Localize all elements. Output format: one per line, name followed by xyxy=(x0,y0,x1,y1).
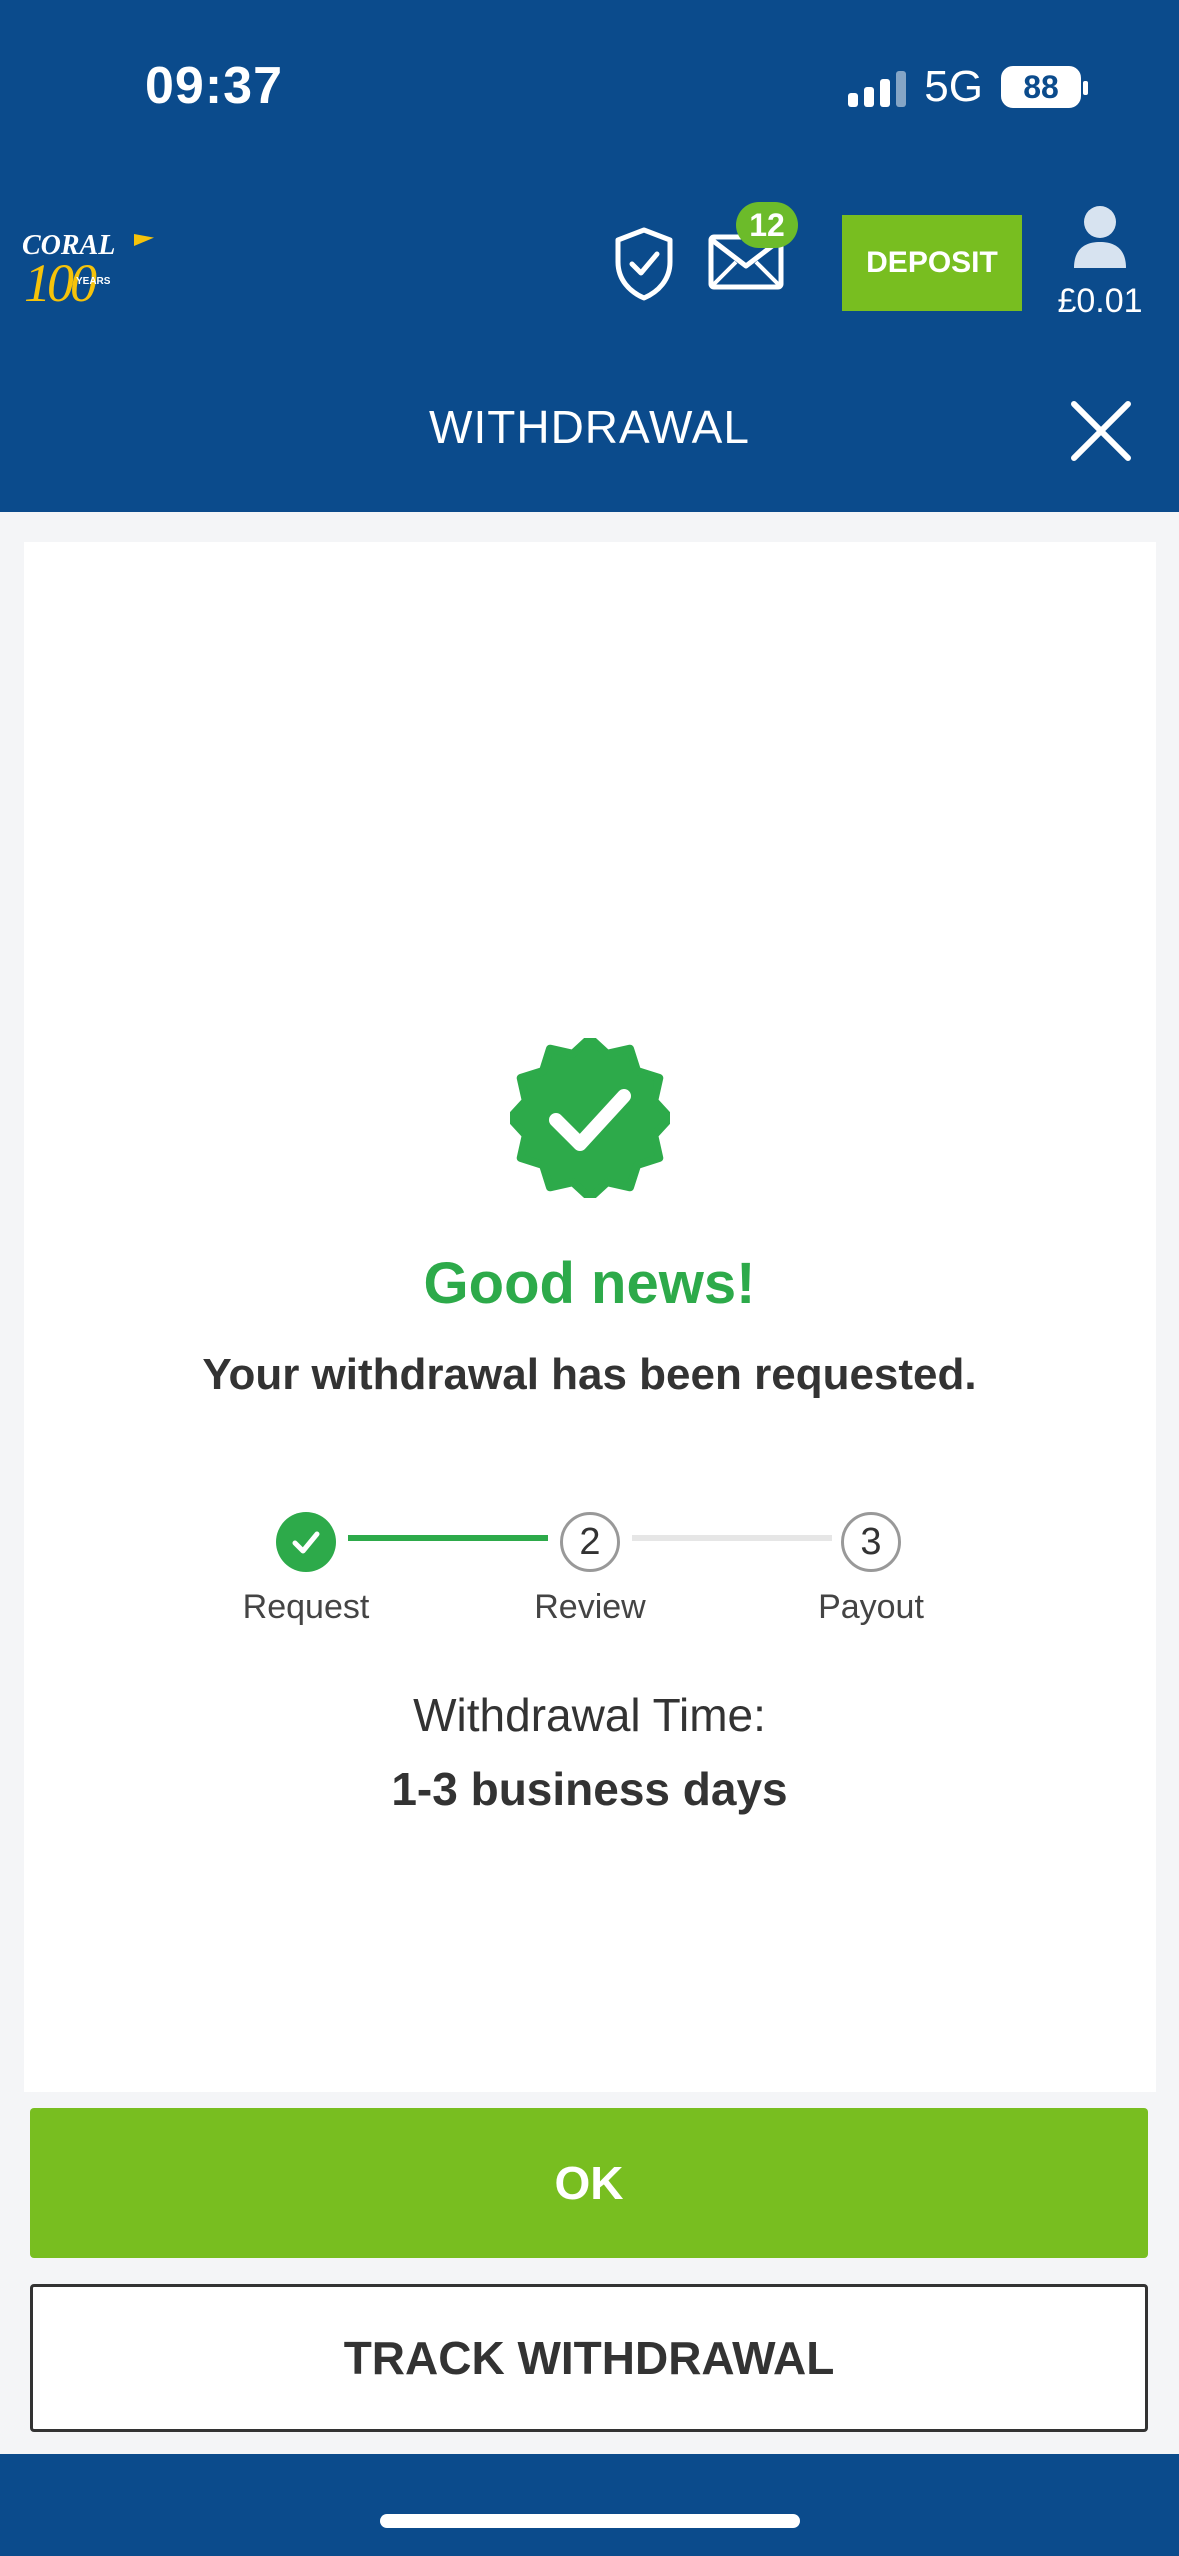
ok-button[interactable]: OK xyxy=(30,2108,1148,2258)
deposit-button[interactable]: DEPOSIT xyxy=(842,215,1022,311)
app-header: 09:37 5G 88 CORAL 100 YEARS 12 DEPOSIT £… xyxy=(0,0,1179,512)
network-type: 5G xyxy=(924,62,983,111)
logo-flag-icon xyxy=(134,234,154,246)
status-indicators: 5G 88 xyxy=(848,62,1088,112)
status-time: 09:37 xyxy=(145,57,283,115)
battery-level: 88 xyxy=(1023,68,1059,105)
user-icon[interactable] xyxy=(1072,204,1128,268)
step-label-payout: Payout xyxy=(818,1588,924,1626)
withdrawal-time-label: Withdrawal Time: xyxy=(413,1689,766,1741)
account-balance[interactable]: £0.01 xyxy=(1040,282,1160,321)
step-label-request: Request xyxy=(242,1588,370,1626)
verified-badge-icon xyxy=(510,1038,670,1198)
home-indicator[interactable] xyxy=(380,2514,800,2528)
step-payout: 3 xyxy=(841,1512,901,1572)
shield-check-icon[interactable] xyxy=(612,226,676,302)
step-review: 2 xyxy=(560,1512,620,1572)
bottom-bar xyxy=(0,2454,1179,2556)
check-icon xyxy=(292,1531,320,1554)
success-message: Your withdrawal has been requested. xyxy=(202,1350,977,1399)
close-icon[interactable] xyxy=(1068,398,1134,464)
step-request-complete xyxy=(276,1512,336,1572)
step-label-review: Review xyxy=(534,1588,646,1626)
logo-years: YEARS xyxy=(76,276,111,287)
progress-line-pending xyxy=(632,1535,832,1541)
progress-line-completed xyxy=(348,1535,548,1541)
coral-logo[interactable]: CORAL 100 YEARS xyxy=(22,230,154,313)
withdrawal-time-value: 1-3 business days xyxy=(391,1763,788,1815)
success-heading: Good news! xyxy=(423,1251,756,1316)
track-withdrawal-button[interactable]: TRACK WITHDRAWAL xyxy=(30,2284,1148,2432)
messages-badge[interactable]: 12 xyxy=(736,202,798,248)
signal-icon xyxy=(848,67,907,107)
confirmation-card xyxy=(24,542,1156,2092)
battery-icon: 88 xyxy=(1001,66,1088,108)
page-title: WITHDRAWAL xyxy=(429,401,750,453)
